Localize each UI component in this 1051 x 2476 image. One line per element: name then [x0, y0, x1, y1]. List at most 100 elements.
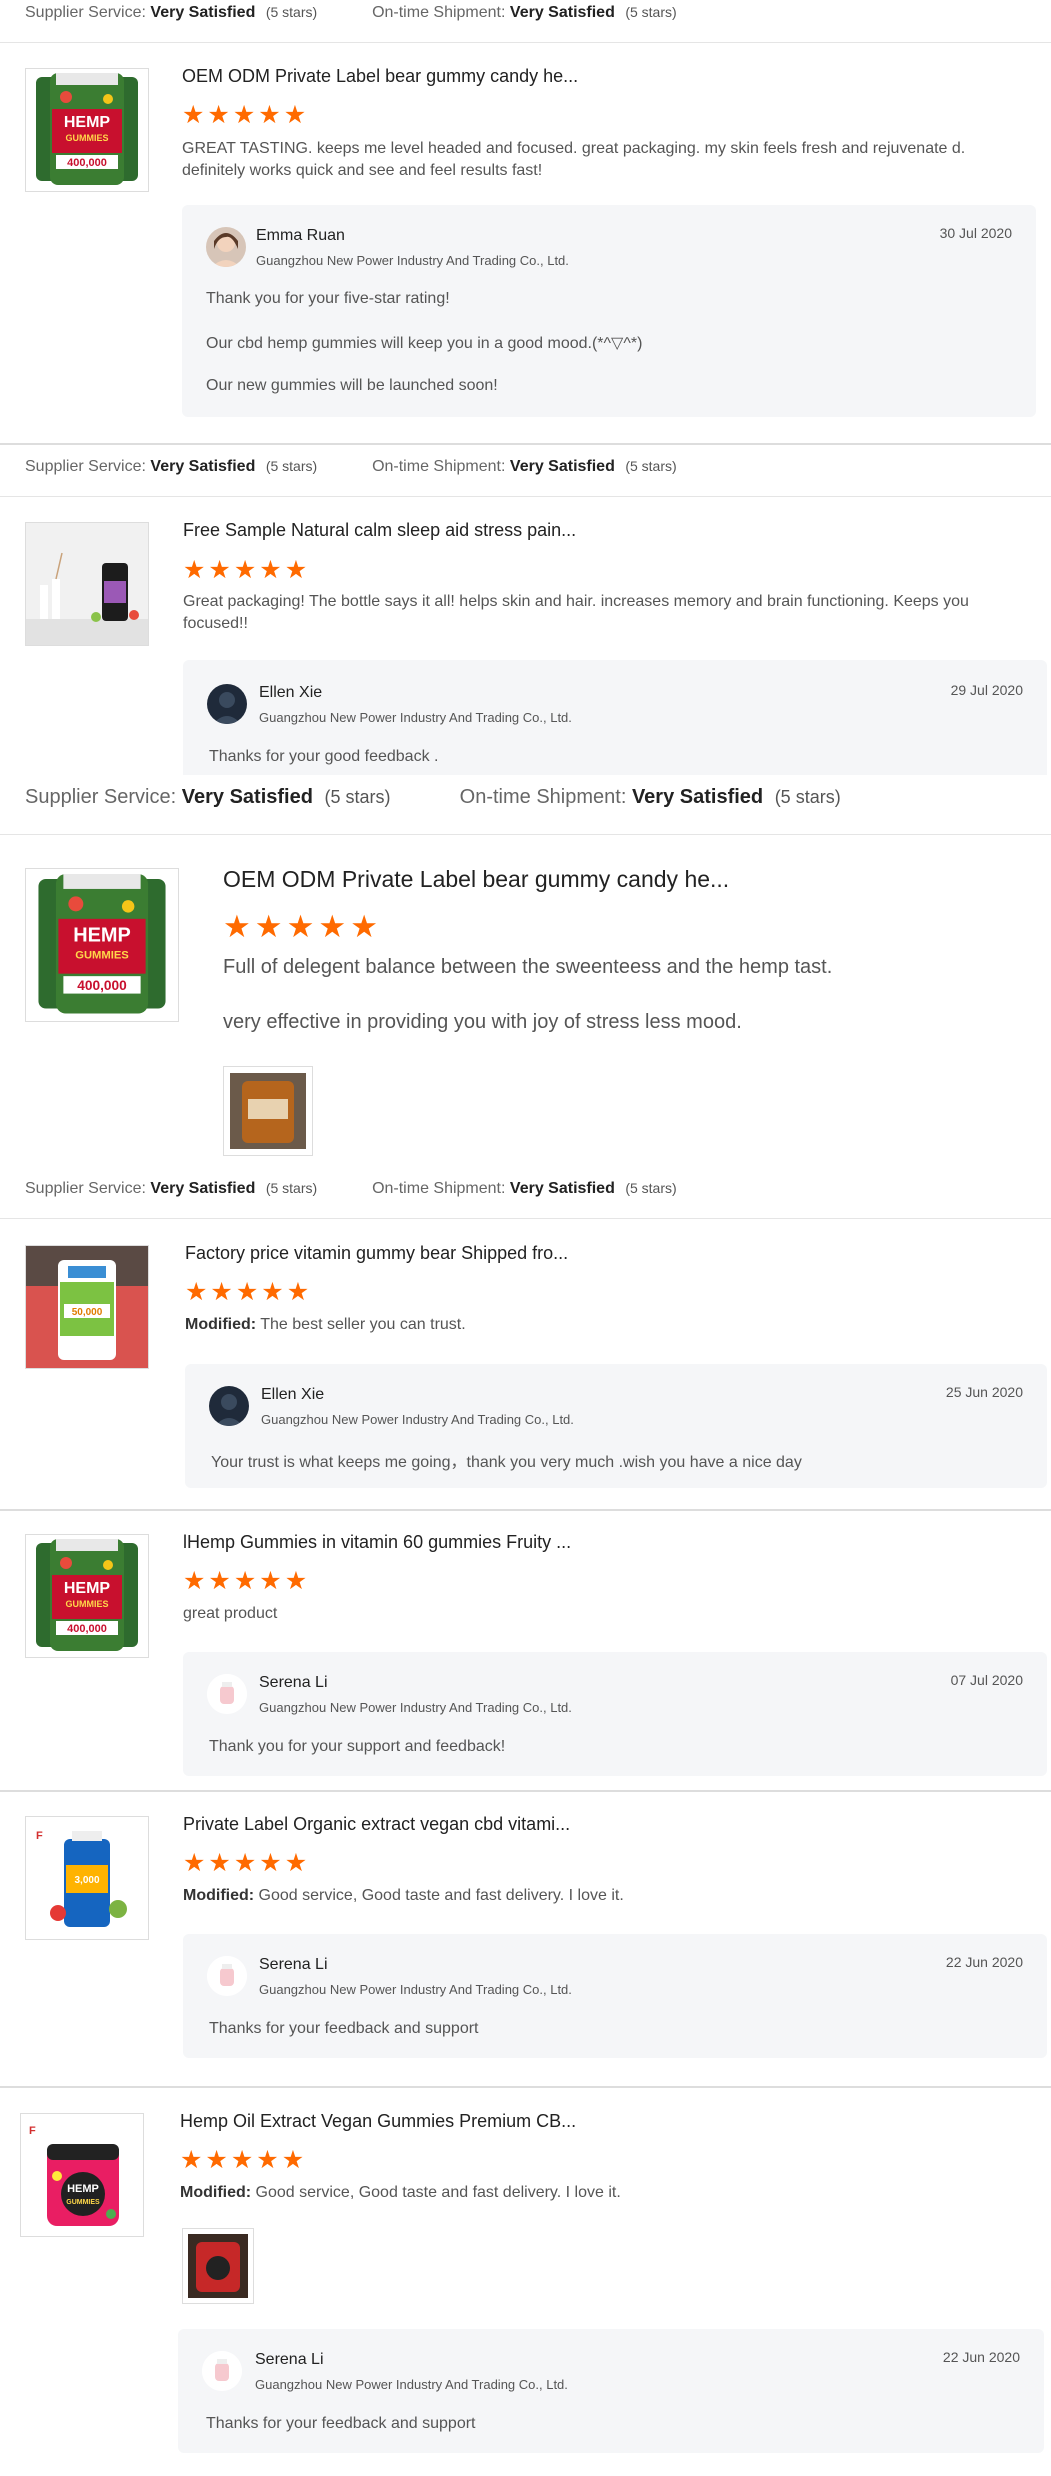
- supplier-reply: Serena Li Guangzhou New Power Industry A…: [183, 1652, 1047, 1776]
- product-thumbnail[interactable]: 50,000: [25, 1245, 149, 1369]
- hemp-label: HEMP: [64, 1580, 111, 1597]
- product-thumbnail[interactable]: F 3,000: [25, 1816, 149, 1940]
- reply-company: Guangzhou New Power Industry And Trading…: [261, 1412, 574, 1427]
- supplier-reply: Serena Li Guangzhou New Power Industry A…: [178, 2329, 1044, 2453]
- reply-company: Guangzhou New Power Industry And Trading…: [259, 1982, 572, 1997]
- star-icon: ★: [183, 1849, 206, 1877]
- svg-text:F: F: [29, 2125, 36, 2137]
- supplier-service-stars: (5 stars): [265, 4, 318, 20]
- star-icon: ★: [233, 1849, 257, 1877]
- product-thumbnail[interactable]: HEMP GUMMIES 400,000: [25, 68, 149, 192]
- star-icon: ★: [283, 101, 307, 129]
- star-icon: ★: [318, 909, 347, 944]
- reply-author-name: Ellen Xie: [259, 684, 323, 701]
- count-label: 400,000: [67, 1623, 107, 1635]
- avatar: [207, 1674, 247, 1714]
- star-icon: ★: [205, 2146, 228, 2174]
- review-text: Modified: Good service, Good taste and f…: [180, 2182, 621, 2204]
- reply-date: 22 Jun 2020: [945, 1954, 1023, 1970]
- reply-author-name: Emma Ruan: [256, 227, 345, 244]
- rating-stars: ★ ★ ★ ★ ★: [182, 101, 309, 129]
- supplier-service-label: Supplier Service:: [25, 1180, 146, 1197]
- supplier-service-value: Very Satisfied: [181, 786, 313, 808]
- count-label: 400,000: [67, 157, 107, 169]
- reply-text: Our cbd hemp gummies will keep you in a …: [206, 335, 643, 352]
- supplier-service-label: Supplier Service:: [25, 786, 177, 808]
- star-icon: ★: [183, 556, 206, 584]
- shipment-value: Very Satisfied: [509, 458, 615, 475]
- rating-stars: ★ ★ ★ ★ ★: [183, 1849, 310, 1877]
- supplier-service-value: Very Satisfied: [150, 1180, 256, 1197]
- star-icon: ★: [235, 1278, 259, 1306]
- supplier-service-label: Supplier Service:: [25, 4, 146, 21]
- rating-stars: ★ ★ ★ ★ ★: [183, 556, 310, 584]
- star-icon: ★: [233, 1567, 257, 1595]
- shipment-stars: (5 stars): [625, 458, 677, 474]
- reply-date: 22 Jun 2020: [942, 2349, 1020, 2365]
- hemp-label: HEMP: [67, 2183, 99, 2195]
- reply-date: 07 Jul 2020: [950, 1672, 1023, 1688]
- shipment-stars: (5 stars): [625, 1180, 677, 1196]
- reply-author-name: Serena Li: [259, 1956, 328, 1973]
- product-title[interactable]: Private Label Organic extract vegan cbd …: [183, 1814, 570, 1835]
- product-title[interactable]: Factory price vitamin gummy bear Shipped…: [185, 1243, 568, 1264]
- product-thumbnail[interactable]: [25, 522, 149, 646]
- rating-stars: ★ ★ ★ ★ ★: [183, 1567, 310, 1595]
- reply-date: 30 Jul 2020: [939, 225, 1012, 241]
- hemp-label: HEMP: [73, 924, 131, 946]
- star-icon: ★: [254, 909, 283, 944]
- review-text: Great packaging! The bottle says it all!…: [183, 593, 969, 632]
- shipment-label: On-time Shipment:: [372, 4, 506, 21]
- star-icon: ★: [284, 1849, 308, 1877]
- supplier-service-stars: (5 stars): [265, 1180, 318, 1196]
- star-icon: ★: [208, 1567, 231, 1595]
- supplier-service-stars: (5 stars): [324, 787, 391, 807]
- rating-line: Supplier Service: Very Satisfied (5 star…: [25, 458, 677, 476]
- star-icon: ★: [259, 1849, 282, 1877]
- product-title[interactable]: OEM ODM Private Label bear gummy candy h…: [182, 66, 578, 87]
- star-icon: ★: [286, 909, 315, 944]
- star-icon: ★: [185, 1278, 208, 1306]
- reply-company: Guangzhou New Power Industry And Trading…: [259, 710, 572, 725]
- rating-stars: ★ ★ ★ ★ ★: [223, 909, 382, 944]
- star-icon: ★: [180, 2146, 203, 2174]
- reply-author-name: Serena Li: [255, 2351, 324, 2368]
- supplier-reply: Emma Ruan Guangzhou New Power Industry A…: [182, 205, 1036, 417]
- supplier-reply: Ellen Xie Guangzhou New Power Industry A…: [183, 660, 1047, 775]
- modified-label: Modified:: [183, 1887, 255, 1904]
- rating-line: Supplier Service: Very Satisfied (5 star…: [25, 786, 841, 809]
- modified-label: Modified:: [185, 1316, 257, 1333]
- shipment-value: Very Satisfied: [509, 1180, 615, 1197]
- product-thumbnail[interactable]: HEMP GUMMIES 400,000: [25, 1534, 149, 1658]
- supplier-service-label: Supplier Service:: [25, 458, 146, 475]
- rating-line: Supplier Service: Very Satisfied (5 star…: [25, 1180, 677, 1198]
- star-icon: ★: [207, 101, 230, 129]
- shipment-value: Very Satisfied: [509, 4, 615, 21]
- product-title[interactable]: OEM ODM Private Label bear gummy candy h…: [223, 866, 729, 893]
- modified-label: Modified:: [180, 2184, 252, 2201]
- shipment-label: On-time Shipment:: [459, 786, 627, 808]
- review-body: Good service, Good taste and fast delive…: [258, 1887, 624, 1904]
- star-icon: ★: [284, 556, 308, 584]
- star-icon: ★: [256, 2146, 279, 2174]
- avatar: [209, 1386, 249, 1426]
- reply-author-name: Serena Li: [259, 1674, 328, 1691]
- review-text: very effective in providing you with joy…: [223, 1011, 742, 1033]
- review-text: GREAT TASTING. keeps me level headed and…: [182, 140, 966, 179]
- rating-stars: ★ ★ ★ ★ ★: [185, 1278, 312, 1306]
- reply-text: Thanks for your feedback and support: [209, 2020, 479, 2037]
- review-photo[interactable]: [182, 2228, 254, 2304]
- star-icon: ★: [261, 1278, 284, 1306]
- svg-text:F: F: [36, 1830, 43, 1842]
- product-title[interactable]: Free Sample Natural calm sleep aid stres…: [183, 520, 576, 541]
- reply-text: Thanks for your good feedback .: [209, 748, 439, 765]
- product-thumbnail[interactable]: F HEMP GUMMIES: [20, 2113, 144, 2237]
- review-text: Modified: The best seller you can trust.: [185, 1314, 466, 1336]
- product-thumbnail[interactable]: HEMP GUMMIES 400,000: [25, 868, 179, 1022]
- shipment-stars: (5 stars): [625, 4, 677, 20]
- product-title[interactable]: lHemp Gummies in vitamin 60 gummies Frui…: [183, 1532, 571, 1553]
- star-icon: ★: [258, 101, 281, 129]
- product-title[interactable]: Hemp Oil Extract Vegan Gummies Premium C…: [180, 2111, 576, 2132]
- review-text: Modified: Good service, Good taste and f…: [183, 1885, 624, 1907]
- review-photo[interactable]: [223, 1066, 313, 1156]
